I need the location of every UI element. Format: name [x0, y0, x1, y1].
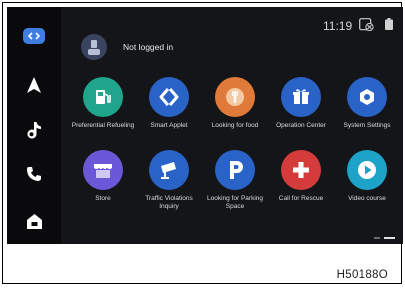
phone-icon [27, 167, 41, 181]
rescue-cross-icon [281, 150, 321, 190]
sidebar-navigation-button[interactable] [19, 70, 49, 100]
figure-frame: 11:19 Not logged in Preferential Refueli… [2, 2, 403, 284]
apps-toggle-icon [23, 28, 45, 44]
app-label: Looking for food [211, 122, 259, 129]
no-signal-icon [359, 18, 374, 31]
sidebar-home-button[interactable] [19, 206, 49, 236]
user-avatar-icon [88, 40, 100, 55]
page-indicator-active[interactable] [384, 237, 395, 239]
app-operation-center[interactable]: Operation Center [268, 77, 334, 130]
app-preferential-refueling[interactable]: Preferential Refueling [70, 77, 136, 130]
gift-icon [281, 77, 321, 117]
app-looking-for-parking-space[interactable]: Looking for Parking Space [202, 150, 268, 210]
battery-icon [385, 18, 393, 30]
app-label: Traffic Violations Inquiry [145, 195, 193, 210]
navigation-arrow-icon [27, 77, 41, 93]
app-label: System Settings [343, 122, 391, 129]
clock: 11:19 [323, 19, 353, 33]
camera-icon [149, 150, 189, 190]
fork-icon [215, 77, 255, 117]
gear-icon [347, 77, 387, 117]
sidebar-phone-button[interactable] [19, 159, 49, 189]
app-label: Call for Rescue [278, 195, 324, 202]
music-note-icon [27, 121, 41, 139]
login-status-text[interactable]: Not logged in [123, 42, 173, 52]
store-icon [83, 150, 123, 190]
page-indicator-inactive[interactable] [374, 237, 380, 239]
app-label: Smart Applet [150, 122, 188, 129]
avatar[interactable] [81, 34, 107, 60]
sidebar-music-button[interactable] [19, 115, 49, 145]
app-label: Operation Center [276, 122, 326, 129]
parking-icon [215, 150, 255, 190]
app-traffic-violations-inquiry[interactable]: Traffic Violations Inquiry [136, 150, 202, 210]
applet-icon [149, 77, 189, 117]
app-label: Preferential Refueling [71, 122, 135, 129]
infotainment-screen: 11:19 Not logged in Preferential Refueli… [7, 7, 403, 244]
play-icon [347, 150, 387, 190]
sidebar-apps-button[interactable] [19, 21, 49, 51]
app-video-course[interactable]: Video course [334, 150, 400, 203]
app-looking-for-food[interactable]: Looking for food [202, 77, 268, 130]
app-label: Looking for Parking Space [206, 195, 263, 210]
app-label: Store [95, 195, 111, 202]
figure-code: H50188O [336, 269, 388, 281]
sidebar [7, 7, 61, 244]
home-icon [26, 213, 42, 229]
app-call-for-rescue[interactable]: Call for Rescue [268, 150, 334, 203]
app-system-settings[interactable]: System Settings [334, 77, 400, 130]
app-smart-applet[interactable]: Smart Applet [136, 77, 202, 130]
fuel-pump-icon [83, 77, 123, 117]
app-label: Video course [348, 195, 386, 202]
app-store[interactable]: Store [70, 150, 136, 203]
